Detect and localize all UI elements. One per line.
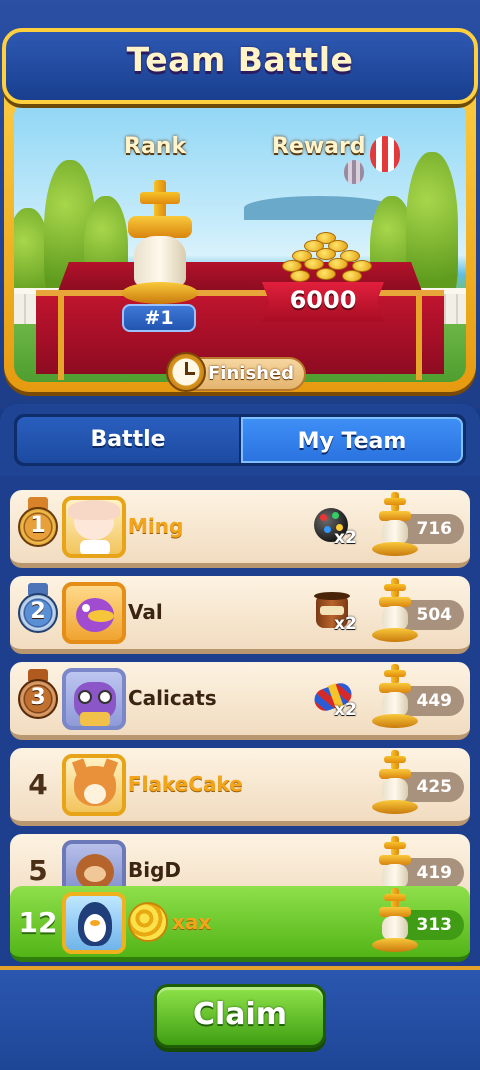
golden-snail-badge-icon (128, 902, 168, 942)
avatar[interactable] (62, 668, 126, 730)
king-trophy-icon (370, 490, 422, 562)
tab-bar: Battle My Team (14, 414, 466, 466)
booster-count: x2 (334, 700, 357, 720)
rank-number: 12 (18, 906, 58, 939)
rank-label: Rank (124, 134, 187, 159)
player-name: Calicats (128, 686, 217, 710)
king-trophy-icon (370, 886, 422, 958)
rank-badge: #1 (122, 304, 196, 332)
reward-label: Reward (272, 134, 366, 159)
leaderboard-row[interactable]: 3 Calicats x2 449 (10, 662, 470, 740)
rank-number: 5 (28, 854, 48, 887)
bronze-medal-icon: 3 (18, 679, 58, 719)
hot-air-balloon-icon (370, 136, 400, 172)
claim-button[interactable]: Claim (154, 984, 326, 1048)
player-name: xax (172, 910, 212, 934)
table-stripe-left (58, 296, 64, 380)
tab-battle[interactable]: Battle (17, 417, 239, 463)
king-trophy-icon (370, 576, 422, 648)
player-name: BigD (128, 858, 182, 882)
rank-number: 4 (28, 768, 48, 801)
player-name: FlakeCake (128, 772, 243, 796)
king-trophy-icon (370, 748, 422, 820)
coin-pile-icon (282, 232, 378, 288)
stopwatch-icon (166, 352, 206, 392)
hot-air-balloon-small-icon (344, 160, 364, 184)
leaderboard-row[interactable]: 1 Ming x2 716 (10, 490, 470, 568)
page-title: Team Battle (126, 40, 354, 79)
my-leaderboard-row[interactable]: 12 xax 313 (10, 886, 470, 962)
status-text: Finished (208, 363, 295, 384)
booster-count: x2 (334, 528, 357, 548)
leaderboard-row[interactable]: 2 Val x2 504 (10, 576, 470, 654)
booster-count: x2 (334, 614, 357, 634)
gold-medal-icon: 1 (18, 507, 58, 547)
player-name: Ming (128, 514, 184, 538)
table-stripe-right (416, 296, 422, 380)
reward-value: 6000 (289, 286, 357, 314)
leaderboard-row[interactable]: 4 FlakeCake 425 (10, 748, 470, 826)
avatar[interactable] (62, 892, 126, 954)
avatar[interactable] (62, 582, 126, 644)
king-trophy-icon (370, 662, 422, 734)
tab-my-team[interactable]: My Team (241, 417, 463, 463)
player-name: Val (128, 600, 163, 624)
avatar[interactable] (62, 754, 126, 816)
silver-medal-icon: 2 (18, 593, 58, 633)
avatar[interactable] (62, 496, 126, 558)
rank-trophy-icon (118, 180, 202, 310)
distant-hill (244, 196, 394, 220)
